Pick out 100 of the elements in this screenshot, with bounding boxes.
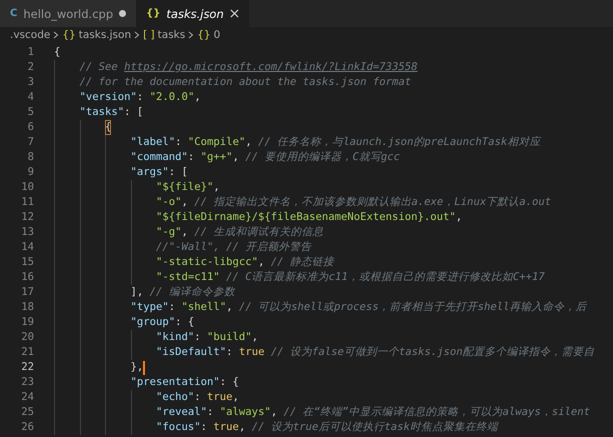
line-number: 10 <box>20 180 35 195</box>
punctuation: : <box>175 135 183 150</box>
punctuation: : <box>226 345 234 360</box>
line-number: 26 <box>20 420 35 435</box>
punctuation: , <box>238 420 246 435</box>
json-key: "focus" <box>156 420 201 435</box>
punctuation: : [ <box>168 165 188 180</box>
punctuation: , <box>226 300 234 315</box>
line-number: 8 <box>26 150 35 165</box>
editor-tab[interactable]: C hello_world.cpp <box>0 0 136 27</box>
punctuation: : <box>136 90 144 105</box>
breadcrumb-item[interactable]: .vscode <box>10 29 50 41</box>
breadcrumb-item[interactable]: 0 <box>214 29 220 41</box>
punctuation: : <box>207 405 214 420</box>
symbol-icon: {} <box>197 29 211 41</box>
punctuation: : <box>168 300 176 315</box>
code-comment: // 在“终端”中显示编译信息的策略，可以为always，silent <box>284 405 590 420</box>
punctuation: , <box>245 135 253 150</box>
line-number: 14 <box>20 240 35 255</box>
punctuation: , <box>258 255 266 270</box>
boolean-literal: true <box>207 390 233 405</box>
json-key: "isDefault" <box>156 345 226 360</box>
line-number: 20 <box>20 330 35 345</box>
json-key: "label" <box>130 135 176 150</box>
string-literal: "-static-libgcc" <box>156 255 258 270</box>
json-key: "tasks" <box>80 105 124 120</box>
line-number: 11 <box>20 195 35 210</box>
punctuation: : <box>188 150 196 165</box>
string-literal: "${fileDirname}/${fileBasenameNoExtension}.out" <box>156 210 456 225</box>
line-number: 2 <box>26 60 35 75</box>
line-number: 12 <box>20 210 35 225</box>
line-number: 3 <box>26 75 35 90</box>
breadcrumb-item[interactable]: tasks <box>158 29 186 41</box>
code-comment: // 指定输出文件名，不加该参数则默认输出a.exe，Linux下默认a.out <box>194 195 552 210</box>
string-literal: "always" <box>220 405 271 420</box>
line-number: 22 <box>20 360 35 375</box>
code-comment: // 生成和调试有关的信息 <box>194 225 324 240</box>
punctuation: , <box>182 195 189 210</box>
chevron-icon <box>134 31 140 39</box>
line-number: 23 <box>20 375 35 390</box>
boolean-literal: true <box>238 345 264 360</box>
line-number: 15 <box>20 255 35 270</box>
json-key: "command" <box>130 150 188 165</box>
line-number: 16 <box>20 270 35 285</box>
code-comment: // 静态链接 <box>270 255 334 270</box>
line-number: 19 <box>20 315 35 330</box>
code-comment: // 要使用的编译器，C就写gcc <box>245 150 400 165</box>
text-cursor <box>143 360 146 374</box>
punctuation: , <box>252 330 258 345</box>
json-key: "type" <box>130 300 169 315</box>
json-key: "reveal" <box>156 405 208 420</box>
punctuation: , <box>456 210 462 225</box>
punctuation: , <box>213 180 220 195</box>
punctuation: , <box>232 390 239 405</box>
chevron-icon <box>188 31 194 39</box>
punctuation: : <box>194 330 202 345</box>
string-literal: "build" <box>207 330 252 345</box>
json-key: "echo" <box>156 390 194 405</box>
breadcrumb-item[interactable]: tasks.json <box>78 29 132 41</box>
close-icon[interactable] <box>230 9 239 18</box>
string-literal: "-std=c11" <box>156 270 220 285</box>
punctuation: , <box>194 90 201 105</box>
json-key: "presentation" <box>130 375 220 390</box>
symbol-icon: [ ] <box>143 29 155 41</box>
line-number: 18 <box>20 300 35 315</box>
line-number: 24 <box>20 390 35 405</box>
file-type-icon: C <box>10 8 18 19</box>
code-comment: // 编译命令参数 <box>150 285 235 300</box>
line-number: 1 <box>26 45 35 60</box>
punctuation: }, <box>130 360 144 375</box>
line-number: 4 <box>26 90 35 105</box>
json-key: "group" <box>130 315 176 330</box>
line-number: 13 <box>20 225 35 240</box>
punctuation: : { <box>175 315 194 330</box>
code-comment: // 设为true后可以使执行task时焦点聚集在终端 <box>252 420 498 435</box>
line-number: 7 <box>26 135 35 150</box>
code-comment: // See <box>80 60 119 75</box>
punctuation: : <box>194 390 202 405</box>
string-literal: "Compile" <box>188 135 246 150</box>
editor-tab[interactable]: {} tasks.json <box>136 0 249 27</box>
string-literal: "2.0.0" <box>150 90 194 105</box>
chevron-icon <box>53 31 60 39</box>
code-comment: // 可以为shell或process，前者相当于先打开shell再输入命令，后 <box>238 300 587 315</box>
code-comment: // C语言最新标准为c11，或根据自己的需要进行修改比如C++17 <box>226 270 545 285</box>
matched-bracket: { <box>105 120 112 135</box>
punctuation: { <box>54 45 60 60</box>
string-literal: "g++" <box>200 150 233 165</box>
punctuation: , <box>232 150 240 165</box>
punctuation: ], <box>130 285 144 300</box>
punctuation: : [ <box>124 105 144 120</box>
json-key: "args" <box>130 165 169 180</box>
punctuation: : <box>200 420 208 435</box>
code-comment: // for the documentation about the tasks.json format <box>80 75 412 90</box>
code-comment: //"-Wall", // 开启额外警告 <box>156 240 312 255</box>
file-type-icon: {} <box>146 8 160 19</box>
line-number: 9 <box>26 165 35 180</box>
line-number: 6 <box>26 120 35 135</box>
comment-link[interactable]: https://go.microsoft.com/fwlink/?LinkId=733558 <box>124 60 418 75</box>
line-number: 17 <box>20 285 35 300</box>
string-literal: "shell" <box>182 300 226 315</box>
